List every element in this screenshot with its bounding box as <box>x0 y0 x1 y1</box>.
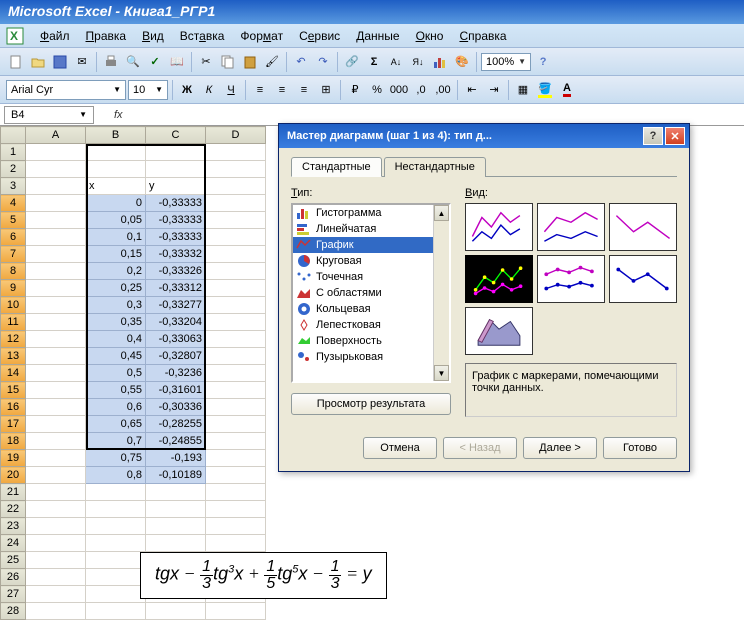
italic-icon[interactable]: К <box>199 80 219 100</box>
chart-type-list[interactable]: ГистограммаЛинейчатаяГрафикКруговаяТочеч… <box>291 203 451 383</box>
excel-icon: X <box>6 27 24 45</box>
view-label: Вид: <box>465 187 677 199</box>
back-button: < Назад <box>443 437 517 459</box>
finish-button[interactable]: Готово <box>603 437 677 459</box>
align-center-icon[interactable]: ≡ <box>272 80 292 100</box>
chart-type-item[interactable]: Пузырьковая <box>293 349 433 365</box>
type-scrollbar[interactable]: ▲ ▼ <box>433 205 449 381</box>
cut-icon[interactable]: ✂ <box>196 52 216 72</box>
merge-icon[interactable]: ⊞ <box>316 80 336 100</box>
sum-icon[interactable]: Σ <box>364 52 384 72</box>
scroll-down-icon[interactable]: ▼ <box>434 365 449 381</box>
chart-icon[interactable] <box>430 52 450 72</box>
close-button[interactable]: ✕ <box>665 127 685 145</box>
underline-icon[interactable]: Ч <box>221 80 241 100</box>
scroll-up-icon[interactable]: ▲ <box>434 205 449 221</box>
comma-icon[interactable]: 000 <box>389 80 409 100</box>
chart-type-item[interactable]: Точечная <box>293 269 433 285</box>
redo-icon[interactable]: ↷ <box>313 52 333 72</box>
fx-icon[interactable]: fx <box>114 109 123 121</box>
drawing-icon[interactable]: 🎨 <box>452 52 472 72</box>
formula-display: tgx − 13tg3x + 15tg5x − 13 = y <box>140 552 387 599</box>
undo-icon[interactable]: ↶ <box>291 52 311 72</box>
chart-subtype-grid <box>465 203 677 355</box>
subtype-5[interactable] <box>537 255 605 303</box>
borders-icon[interactable]: ▦ <box>513 80 533 100</box>
percent-icon[interactable]: % <box>367 80 387 100</box>
chart-type-item[interactable]: Поверхность <box>293 333 433 349</box>
dec-indent-icon[interactable]: ⇤ <box>462 80 482 100</box>
subtype-6[interactable] <box>609 255 677 303</box>
chart-type-item[interactable]: Линейчатая <box>293 221 433 237</box>
save-icon[interactable] <box>50 52 70 72</box>
research-icon[interactable]: 📖 <box>167 52 187 72</box>
window-titlebar: Microsoft Excel - Книга1_РГР1 <box>0 0 744 24</box>
mail-icon[interactable]: ✉ <box>72 52 92 72</box>
menu-window[interactable]: Окно <box>408 26 452 46</box>
help-button[interactable]: ? <box>643 127 663 145</box>
menu-service[interactable]: Сервис <box>291 26 348 46</box>
new-icon[interactable] <box>6 52 26 72</box>
subtype-2[interactable] <box>537 203 605 251</box>
format-toolbar: Arial Cyr▼ 10▼ Ж К Ч ≡ ≡ ≡ ⊞ ₽ % 000 ,0 … <box>0 76 744 104</box>
font-combo[interactable]: Arial Cyr▼ <box>6 80 126 100</box>
inc-decimal-icon[interactable]: ,0 <box>411 80 431 100</box>
bold-icon[interactable]: Ж <box>177 80 197 100</box>
fill-color-icon[interactable]: 🪣 <box>535 80 555 100</box>
font-color-icon[interactable]: А <box>557 80 577 100</box>
menu-view[interactable]: Вид <box>134 26 172 46</box>
type-label: Тип: <box>291 187 451 199</box>
paste-icon[interactable] <box>240 52 260 72</box>
chart-type-item[interactable]: Кольцевая <box>293 301 433 317</box>
subtype-1[interactable] <box>465 203 533 251</box>
sort-desc-icon[interactable]: Я↓ <box>408 52 428 72</box>
chart-type-item[interactable]: С областями <box>293 285 433 301</box>
chart-wizard-dialog: Мастер диаграмм (шаг 1 из 4): тип д... ?… <box>278 123 690 472</box>
subtype-7[interactable] <box>465 307 533 355</box>
currency-icon[interactable]: ₽ <box>345 80 365 100</box>
align-left-icon[interactable]: ≡ <box>250 80 270 100</box>
menu-edit[interactable]: Правка <box>78 26 135 46</box>
print-icon[interactable] <box>101 52 121 72</box>
fontsize-combo[interactable]: 10▼ <box>128 80 168 100</box>
menu-file[interactable]: Файл <box>32 26 78 46</box>
dec-decimal-icon[interactable]: ,00 <box>433 80 453 100</box>
preview-icon[interactable]: 🔍 <box>123 52 143 72</box>
chart-type-item[interactable]: Лепестковая <box>293 317 433 333</box>
chart-type-item[interactable]: График <box>293 237 433 253</box>
copy-icon[interactable] <box>218 52 238 72</box>
menu-data[interactable]: Данные <box>348 26 407 46</box>
chart-type-item[interactable]: Круговая <box>293 253 433 269</box>
help-icon[interactable]: ? <box>533 52 553 72</box>
window-title: Microsoft Excel - Книга1_РГР1 <box>8 3 215 19</box>
standard-toolbar: ✉ 🔍 ✓ 📖 ✂ 🖌 ↶ ↷ 🔗 Σ А↓ Я↓ 🎨 100%▼ ? <box>0 48 744 76</box>
svg-text:X: X <box>10 29 18 43</box>
tab-standard[interactable]: Стандартные <box>291 157 382 177</box>
menu-insert[interactable]: Вставка <box>172 26 233 46</box>
subtype-4-selected[interactable] <box>465 255 533 303</box>
dialog-footer: Отмена < Назад Далее > Готово <box>291 429 677 459</box>
sort-asc-icon[interactable]: А↓ <box>386 52 406 72</box>
cancel-button[interactable]: Отмена <box>363 437 437 459</box>
subtype-3[interactable] <box>609 203 677 251</box>
tab-custom[interactable]: Нестандартные <box>384 157 486 177</box>
zoom-combo[interactable]: 100%▼ <box>481 53 531 71</box>
next-button[interactable]: Далее > <box>523 437 597 459</box>
menu-format[interactable]: Формат <box>232 26 291 46</box>
open-icon[interactable] <box>28 52 48 72</box>
subtype-description: График с маркерами, помечающими точки да… <box>465 363 677 417</box>
align-right-icon[interactable]: ≡ <box>294 80 314 100</box>
cell-reference[interactable]: B4▼ <box>4 106 94 124</box>
dialog-titlebar[interactable]: Мастер диаграмм (шаг 1 из 4): тип д... ?… <box>279 124 689 148</box>
menubar: X Файл Правка Вид Вставка Формат Сервис … <box>0 24 744 48</box>
format-painter-icon[interactable]: 🖌 <box>262 52 282 72</box>
preview-result-button[interactable]: Просмотр результата <box>291 393 451 415</box>
menu-help[interactable]: Справка <box>451 26 514 46</box>
dialog-tabs: Стандартные Нестандартные <box>291 156 677 177</box>
chart-type-item[interactable]: Гистограмма <box>293 205 433 221</box>
spell-icon[interactable]: ✓ <box>145 52 165 72</box>
dialog-title: Мастер диаграмм (шаг 1 из 4): тип д... <box>283 130 641 142</box>
link-icon[interactable]: 🔗 <box>342 52 362 72</box>
inc-indent-icon[interactable]: ⇥ <box>484 80 504 100</box>
